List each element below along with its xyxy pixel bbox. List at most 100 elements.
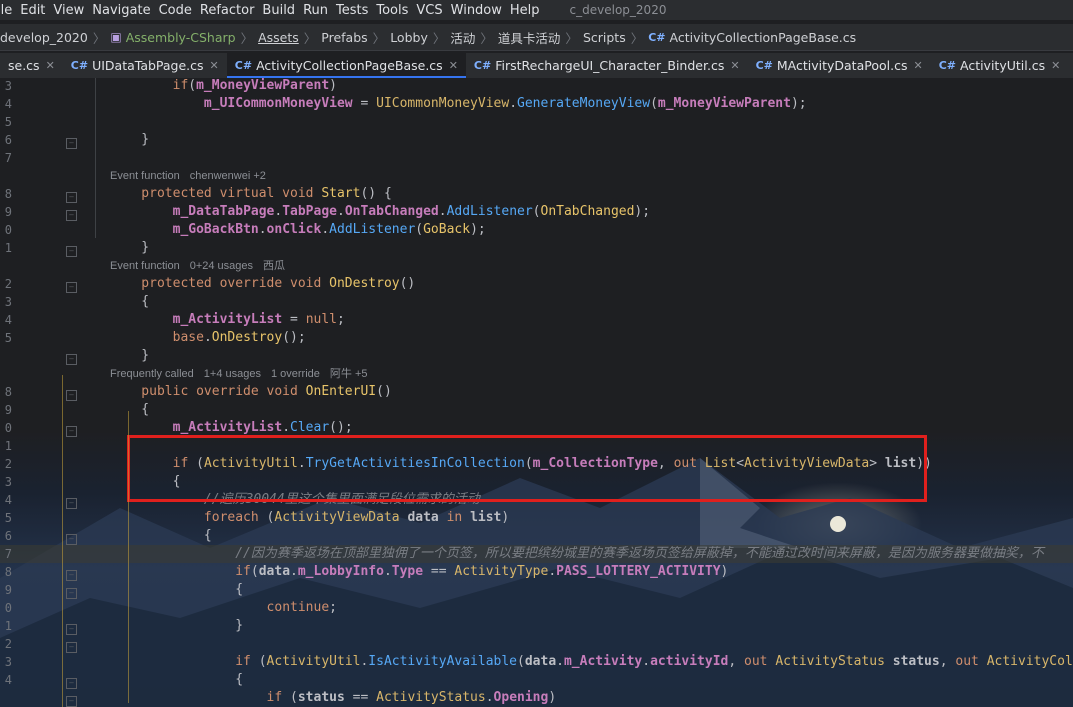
line-number: 3 xyxy=(4,295,12,309)
line-number: 6 xyxy=(4,529,12,543)
editor-tab[interactable]: se.cs ✕ xyxy=(0,53,63,78)
code-line: 0 m_GoBackBtn.onClick.AddListener(GoBack… xyxy=(0,221,1073,239)
menu-item-ile[interactable]: ile xyxy=(0,3,18,18)
menu-item-vcs[interactable]: VCS xyxy=(416,3,448,18)
code-token: ActivityStatus xyxy=(376,690,486,705)
code-token: == xyxy=(344,690,377,705)
inlay-hint[interactable]: Event function 0+24 usages 西瓜 xyxy=(110,257,295,275)
breadcrumb-item[interactable]: develop_2020 xyxy=(0,30,88,45)
breadcrumb-item[interactable]: ▣ Assembly-CSharp xyxy=(110,30,235,45)
code-line: if (status == ActivityStatus.Opening) xyxy=(0,689,1073,707)
breadcrumb-item[interactable]: 道具卡活动 xyxy=(498,28,561,47)
menu-item-run[interactable]: Run xyxy=(303,3,334,18)
code-token: } xyxy=(110,132,150,147)
fold-icon[interactable]: − xyxy=(66,246,77,257)
inlay-hint[interactable]: Frequently called 1+4 usages 1 override 阿牛 … xyxy=(110,365,378,383)
menu-item-refactor[interactable]: Refactor xyxy=(200,3,261,18)
breadcrumb-item[interactable]: Assets xyxy=(258,30,299,45)
fold-icon[interactable]: − xyxy=(66,210,77,221)
csharp-file-icon: C# xyxy=(70,59,89,72)
code-line: } xyxy=(0,347,1073,365)
close-icon[interactable]: ✕ xyxy=(730,59,739,72)
close-icon[interactable]: ✕ xyxy=(210,59,219,72)
hint-override: 1 override xyxy=(270,368,320,380)
code-token: (); xyxy=(282,330,306,345)
code-token: ; xyxy=(329,600,337,615)
code-token: . xyxy=(509,96,518,111)
close-icon[interactable]: ✕ xyxy=(449,59,458,72)
fold-icon[interactable]: − xyxy=(66,624,77,635)
fold-icon[interactable]: − xyxy=(66,192,77,203)
line-number: 3 xyxy=(4,79,12,93)
code-token: = xyxy=(352,96,377,111)
editor-tab[interactable]: C# ActivityCollectionPageBase.cs ✕ xyxy=(226,53,467,78)
fold-icon[interactable]: − xyxy=(66,678,77,689)
indent-guide xyxy=(128,411,129,703)
csharp-file-icon: C# xyxy=(234,59,253,72)
menu-item-tests[interactable]: Tests xyxy=(336,3,374,18)
menu-item-view[interactable]: View xyxy=(53,3,90,18)
fold-icon[interactable]: − xyxy=(66,138,77,149)
menu-item-code[interactable]: Code xyxy=(159,3,198,18)
code-token: OnTabChanged xyxy=(540,204,635,219)
code-token: status xyxy=(892,654,940,669)
code-token: m_MoneyViewParent xyxy=(657,96,791,111)
code-text: continue; xyxy=(110,599,337,617)
code-text: if (status == ActivityStatus.Opening) xyxy=(110,689,557,707)
fold-icon[interactable]: − xyxy=(66,282,77,293)
editor-tab[interactable]: C# UIDataTabPage.cs ✕ xyxy=(63,53,227,78)
breadcrumb-item[interactable]: Lobby xyxy=(390,30,428,45)
editor-tab[interactable]: C# ActivityUtil.cs ✕ xyxy=(931,53,1069,78)
close-icon[interactable]: ✕ xyxy=(46,59,55,72)
line-number: 5 xyxy=(4,331,12,345)
close-icon[interactable]: ✕ xyxy=(1051,59,1060,72)
close-icon[interactable]: ✕ xyxy=(913,59,922,72)
chevron-right-icon: 〉 xyxy=(92,30,106,46)
module-icon: ▣ xyxy=(110,30,122,44)
code-token: AddListener xyxy=(329,222,416,237)
fold-icon[interactable]: − xyxy=(66,696,77,707)
menu-item-help[interactable]: Help xyxy=(510,3,546,18)
chevron-right-icon: 〉 xyxy=(630,30,644,46)
line-number: 0 xyxy=(4,601,12,615)
editor-tab[interactable]: C#MixedSc xyxy=(1068,53,1073,78)
menu-item-edit[interactable]: Edit xyxy=(20,3,51,18)
code-line: 8 public override void OnEnterUI() xyxy=(0,383,1073,401)
breadcrumb-item[interactable]: 活动 xyxy=(450,28,475,47)
fold-icon[interactable]: − xyxy=(66,534,77,545)
line-number: 8 xyxy=(4,565,12,579)
line-number: 4 xyxy=(4,673,12,687)
fold-icon[interactable]: − xyxy=(66,498,77,509)
code-text: public override void OnEnterUI() xyxy=(110,383,391,401)
editor-tab[interactable]: C# MActivityDataPool.cs ✕ xyxy=(748,53,931,78)
fold-icon[interactable]: − xyxy=(66,426,77,437)
line-number: 0 xyxy=(4,421,12,435)
code-editor[interactable]: 3 if(m_MoneyViewParent) 4 m_UICommonMoney… xyxy=(0,78,1073,707)
editor-tab[interactable]: C# FirstRechargeUI_Character_Binder.cs ✕ xyxy=(466,53,748,78)
code-line: 0 continue; xyxy=(0,599,1073,617)
fold-icon[interactable]: − xyxy=(66,642,77,653)
menu-item-tools[interactable]: Tools xyxy=(376,3,414,18)
breadcrumb-item[interactable]: Prefabs xyxy=(321,30,367,45)
line-number: 0 xyxy=(4,223,12,237)
code-token: m_GoBackBtn xyxy=(172,222,259,237)
fold-icon[interactable]: − xyxy=(66,354,77,365)
code-token: { xyxy=(110,672,244,687)
menu-item-window[interactable]: Window xyxy=(451,3,508,18)
breadcrumb-item[interactable]: Scripts xyxy=(583,30,626,45)
menu-item-navigate[interactable]: Navigate xyxy=(92,3,156,18)
code-token: ( xyxy=(282,690,298,705)
line-number: 8 xyxy=(4,385,12,399)
breadcrumb-item[interactable]: C# ActivityCollectionPageBase.cs xyxy=(648,30,856,45)
fold-icon[interactable]: − xyxy=(66,588,77,599)
fold-icon[interactable]: − xyxy=(66,570,77,581)
inlay-hint[interactable]: Event function chenwenwei +2 xyxy=(110,167,276,185)
code-hint-row: Event function 0+24 usages 西瓜 xyxy=(0,257,1073,275)
code-token: if xyxy=(235,564,251,579)
fold-icon[interactable]: − xyxy=(66,390,77,401)
menu-item-build[interactable]: Build xyxy=(262,3,301,18)
